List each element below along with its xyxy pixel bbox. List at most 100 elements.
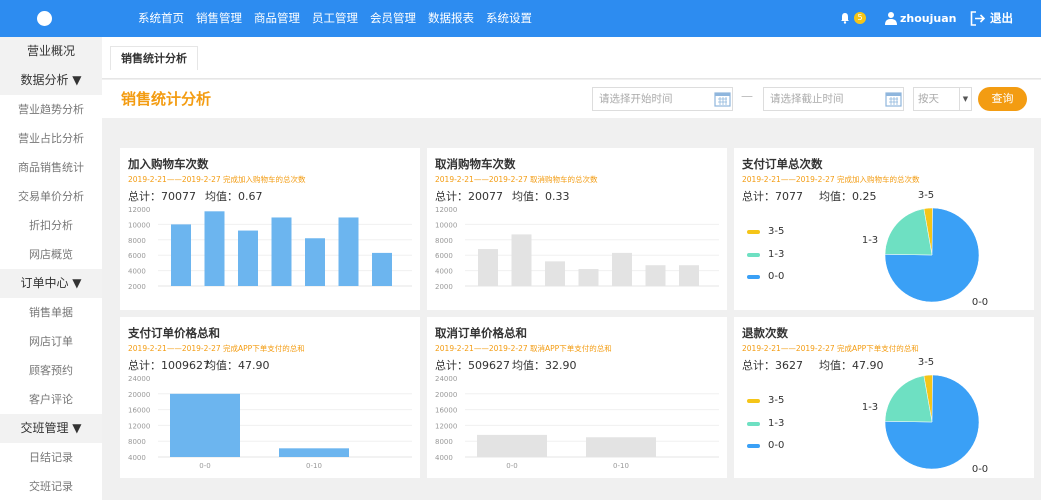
sidebar-item[interactable]: 交班记录 <box>0 472 102 500</box>
bar[interactable] <box>305 238 325 286</box>
main-nav: 系统首页 销售管理 商品管理 员工管理 会员管理 数据报表 系统设置 <box>138 0 544 37</box>
panel-subtitle: 2019-2-21——2019-2-27 取消APP下单支付的总和 <box>435 344 612 353</box>
y-tick-label: 6000 <box>435 252 453 260</box>
bar[interactable] <box>679 265 699 286</box>
y-tick-label: 20000 <box>435 391 457 399</box>
sidebar-item[interactable]: 商品销售统计 <box>0 153 102 182</box>
bar-chart: 24000 20000 16000 12000 8000 4000 0-0 0-10 <box>128 375 412 470</box>
bell-icon[interactable] <box>839 12 851 24</box>
y-tick-label: 8000 <box>435 438 453 446</box>
sidebar-item[interactable]: 营业趋势分析 <box>0 95 102 124</box>
panel-title: 加入购物车次数 <box>128 157 209 171</box>
calendar-icon[interactable] <box>885 90 902 107</box>
panel-refunds: 退款次数 2019-2-21——2019-2-27 完成APP下单支付的总和 总计：… <box>734 317 1034 478</box>
y-tick-label: 12000 <box>435 206 457 214</box>
y-tick-label: 8000 <box>435 237 453 245</box>
chevron-down-icon[interactable]: ▼ <box>959 88 971 110</box>
logout-button[interactable]: 退出 <box>990 0 1013 37</box>
logout-icon[interactable] <box>970 11 986 26</box>
sidebar-item[interactable]: 客户评论 <box>0 385 102 414</box>
calendar-icon[interactable] <box>714 90 731 107</box>
bar[interactable] <box>586 437 656 457</box>
sidebar-group-header[interactable]: 营业概况 <box>0 37 102 66</box>
sidebar-item[interactable]: 日结记录 <box>0 443 102 472</box>
period-select[interactable]: 按天 ▼ <box>913 87 972 111</box>
sidebar-item[interactable]: 网店订单 <box>0 327 102 356</box>
tab-sales-analysis[interactable]: 销售统计分析 <box>110 46 198 70</box>
panel-title: 取消订单价格总和 <box>435 326 527 340</box>
sidebar-item[interactable]: 顾客预约 <box>0 356 102 385</box>
pie-chart: 3-5 1-3 0-0 <box>862 357 988 475</box>
nav-item-members[interactable]: 会员管理 <box>370 0 416 37</box>
sidebar-item[interactable]: 网店概览 <box>0 240 102 269</box>
bar[interactable] <box>545 261 565 286</box>
sidebar-item[interactable]: 销售单据 <box>0 298 102 327</box>
y-tick-label: 12000 <box>128 206 150 214</box>
sidebar-group-header[interactable]: 数据分析 ▼ <box>0 66 102 95</box>
nav-item-reports[interactable]: 数据报表 <box>428 0 474 37</box>
panel-subtitle: 2019-2-21——2019-2-27 完成加入购物车的总次数 <box>128 175 306 184</box>
panel-add-to-cart: 加入购物车次数 2019-2-21——2019-2-27 完成加入购物车的总次数总… <box>120 148 420 310</box>
panel-total: 总计：70077 <box>128 190 196 203</box>
bar[interactable] <box>578 269 599 286</box>
logo[interactable] <box>37 11 52 26</box>
sidebar-item[interactable]: 营业占比分析 <box>0 124 102 153</box>
y-tick-label: 4000 <box>128 454 146 462</box>
bar[interactable] <box>477 434 547 457</box>
x-tick-label: 0-0 <box>199 462 210 470</box>
panel-total: 总计：20077 <box>435 190 503 203</box>
bar[interactable] <box>271 217 292 286</box>
y-tick-label: 4000 <box>435 268 453 276</box>
nav-item-sales[interactable]: 销售管理 <box>196 0 242 37</box>
pie-slice-label: 3-5 <box>918 357 934 368</box>
y-tick-label: 24000 <box>128 375 150 383</box>
bar[interactable] <box>279 448 349 457</box>
y-tick-label: 16000 <box>435 407 457 415</box>
pie-slice-label: 0-0 <box>972 464 988 475</box>
nav-item-staff[interactable]: 员工管理 <box>312 0 358 37</box>
bar[interactable] <box>612 252 632 286</box>
sidebar-group-header[interactable]: 交班管理 ▼ <box>0 414 102 443</box>
end-date-input[interactable]: 请选择截止时间 <box>763 87 904 111</box>
bar[interactable] <box>338 217 359 286</box>
username[interactable]: zhoujuan <box>900 0 956 37</box>
bar[interactable] <box>478 249 498 286</box>
bar[interactable] <box>204 211 225 286</box>
panel-title: 支付订单价格总和 <box>128 326 220 340</box>
y-tick-label: 20000 <box>128 391 150 399</box>
sidebar-group-header[interactable]: 订单中心 ▼ <box>0 269 102 298</box>
panel-paid-order-sum: 支付订单价格总和 2019-2-21——2019-2-27 完成APP下单支付的总… <box>120 317 420 478</box>
nav-item-home[interactable]: 系统首页 <box>138 0 184 37</box>
bar[interactable] <box>170 393 240 457</box>
panel-total: 总计：1009627 <box>128 359 210 372</box>
bar[interactable] <box>171 224 191 286</box>
bar[interactable] <box>238 230 258 286</box>
pie-slice[interactable] <box>884 375 933 423</box>
bar[interactable] <box>511 234 532 286</box>
sidebar-item[interactable]: 交易单价分析 <box>0 182 102 211</box>
pie-slice-label: 0-0 <box>972 297 988 308</box>
bar-chart: 24000 20000 16000 12000 8000 4000 0-0 0-10 <box>435 375 719 470</box>
notification-badge: 5 <box>854 12 866 24</box>
filter-bar: 销售统计分析 请选择开始时间 — 请选择截止时间 按天 ▼ 查询 <box>102 80 1041 118</box>
y-tick-label: 10000 <box>435 221 457 229</box>
page-title: 销售统计分析 <box>121 90 212 108</box>
y-tick-label: 12000 <box>435 422 457 430</box>
pie-slice-label: 1-3 <box>862 235 878 246</box>
bar-chart: 12000 10000 8000 6000 4000 2000 <box>435 206 719 291</box>
user-icon <box>885 12 897 25</box>
sidebar-item[interactable]: 折扣分析 <box>0 211 102 240</box>
bar[interactable] <box>645 265 666 286</box>
query-button[interactable]: 查询 <box>978 87 1027 111</box>
panel-average: 均值：47.90 <box>205 359 270 372</box>
y-tick-label: 2000 <box>128 283 146 291</box>
panel-average: 均值：0.67 <box>205 190 263 203</box>
nav-item-settings[interactable]: 系统设置 <box>486 0 532 37</box>
bar[interactable] <box>372 252 392 286</box>
date-range-separator: — <box>741 89 753 103</box>
y-tick-label: 8000 <box>128 237 146 245</box>
start-date-input[interactable]: 请选择开始时间 <box>592 87 733 111</box>
pie-slice[interactable] <box>884 208 933 256</box>
nav-item-products[interactable]: 商品管理 <box>254 0 300 37</box>
bar-chart: 12000 10000 8000 6000 4000 2000 <box>128 206 412 291</box>
